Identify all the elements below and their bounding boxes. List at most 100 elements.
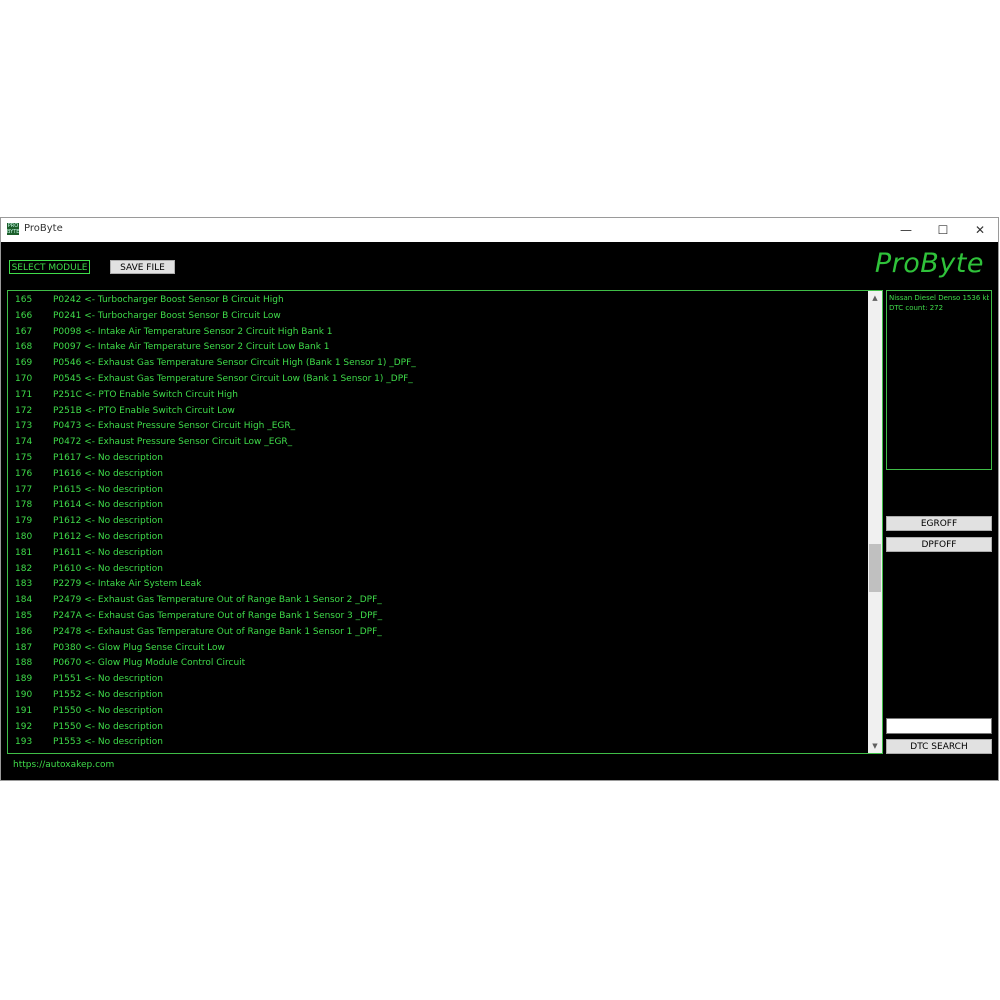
scroll-up-arrow-icon[interactable]: ▲ — [868, 291, 882, 305]
dtc-list-item[interactable]: 184 P2479 <- Exhaust Gas Temperature Out … — [8, 593, 868, 609]
dtc-list-item[interactable]: 169 P0546 <- Exhaust Gas Temperature Sens… — [8, 356, 868, 372]
app-logo-icon: PRO BYTE — [7, 223, 19, 235]
dtc-description: P1552 <- No description — [53, 689, 163, 700]
dtc-description: P1612 <- No description — [53, 531, 163, 542]
dtc-description: P1550 <- No description — [53, 721, 163, 732]
dtc-description: P1612 <- No description — [53, 516, 163, 527]
dtc-list-rows: 165 P0242 <- Turbocharger Boost Sensor B … — [8, 293, 868, 751]
dtc-search-button[interactable]: DTC SEARCH — [886, 739, 992, 754]
dtc-description: P2479 <- Exhaust Gas Temperature Out of … — [53, 595, 382, 606]
dtc-list-item[interactable]: 168 P0097 <- Intake Air Temperature Senso… — [8, 340, 868, 356]
dtc-index: 193 — [15, 737, 33, 748]
dtc-index: 186 — [15, 626, 33, 637]
dtc-list-item[interactable]: 166 P0241 <- Turbocharger Boost Sensor B … — [8, 309, 868, 325]
dtc-description: P0241 <- Turbocharger Boost Sensor B Cir… — [53, 310, 281, 321]
dtc-list-item[interactable]: 182 P1610 <- No description — [8, 562, 868, 578]
dtc-list-item[interactable]: 193 P1553 <- No description — [8, 735, 868, 751]
dtc-list-item[interactable]: 167 P0098 <- Intake Air Temperature Senso… — [8, 325, 868, 341]
dtc-list-item[interactable]: 181 P1611 <- No description — [8, 546, 868, 562]
dtc-index: 166 — [15, 310, 33, 321]
dtc-list-item[interactable]: 191 P1550 <- No description — [8, 704, 868, 720]
dtc-description: P0097 <- Intake Air Temperature Sensor 2… — [53, 342, 330, 353]
dtc-index: 171 — [15, 389, 33, 400]
dtc-index: 188 — [15, 658, 33, 669]
dtc-search-input[interactable] — [886, 718, 992, 734]
dtc-index: 191 — [15, 705, 33, 716]
dtc-index: 181 — [15, 547, 33, 558]
dtc-list-item[interactable]: 171 P251C <- PTO Enable Switch Circuit Hi… — [8, 388, 868, 404]
dtc-list-item[interactable]: 180 P1612 <- No description — [8, 530, 868, 546]
dtc-list-item[interactable]: 178 P1614 <- No description — [8, 498, 868, 514]
dtc-description: P0546 <- Exhaust Gas Temperature Sensor … — [53, 358, 416, 369]
dtc-list-item[interactable]: 172 P251B <- PTO Enable Switch Circuit Lo… — [8, 404, 868, 420]
dtc-index: 190 — [15, 689, 33, 700]
dtc-index: 179 — [15, 516, 33, 527]
dtc-description: P1551 <- No description — [53, 674, 163, 685]
dtc-index: 167 — [15, 326, 33, 337]
dtc-description: P251C <- PTO Enable Switch Circuit High — [53, 389, 238, 400]
dtc-description: P1610 <- No description — [53, 563, 163, 574]
scroll-thumb[interactable] — [869, 544, 881, 593]
dtc-description: P0670 <- Glow Plug Module Control Circui… — [53, 658, 246, 669]
dtc-list-item[interactable]: 189 P1551 <- No description — [8, 672, 868, 688]
dtc-list-item[interactable]: 170 P0545 <- Exhaust Gas Temperature Sens… — [8, 372, 868, 388]
dtc-index: 189 — [15, 674, 33, 685]
dtc-description: P0472 <- Exhaust Pressure Sensor Circuit… — [53, 437, 293, 448]
dtc-list-item[interactable]: 179 P1612 <- No description — [8, 514, 868, 530]
dtc-list-item[interactable]: 165 P0242 <- Turbocharger Boost Sensor B … — [8, 293, 868, 309]
maximize-button[interactable]: ☐ — [925, 220, 961, 240]
dtc-index: 170 — [15, 373, 33, 384]
dtc-index: 168 — [15, 342, 33, 353]
dtc-description: P0545 <- Exhaust Gas Temperature Sensor … — [53, 373, 413, 384]
dtc-description: P1615 <- No description — [53, 484, 163, 495]
save-file-button[interactable]: SAVE FILE — [110, 260, 175, 274]
module-info-panel: Nissan Diesel Denso 1536 kb DTC count: 2… — [886, 290, 992, 470]
dtc-list-item[interactable]: 173 P0473 <- Exhaust Pressure Sensor Circ… — [8, 419, 868, 435]
window-title: ProByte — [24, 223, 63, 234]
egroff-button[interactable]: EGROFF — [886, 516, 992, 531]
dtc-description: P1617 <- No description — [53, 452, 163, 463]
scroll-down-arrow-icon[interactable]: ▼ — [868, 739, 882, 753]
dtc-list-item[interactable]: 174 P0472 <- Exhaust Pressure Sensor Circ… — [8, 435, 868, 451]
dtc-description: P1611 <- No description — [53, 547, 163, 558]
dtc-list-item[interactable]: 175 P1617 <- No description — [8, 451, 868, 467]
dtc-index: 192 — [15, 721, 33, 732]
dtc-index: 184 — [15, 595, 33, 606]
dtc-list-item[interactable]: 177 P1615 <- No description — [8, 483, 868, 499]
dtc-description: P251B <- PTO Enable Switch Circuit Low — [53, 405, 235, 416]
title-bar[interactable]: PRO BYTE ProByte — ☐ ✕ — [1, 218, 998, 242]
dtc-description: P2478 <- Exhaust Gas Temperature Out of … — [53, 626, 382, 637]
dtc-description: P1553 <- No description — [53, 737, 163, 748]
select-module-button[interactable]: SELECT MODULE — [9, 260, 90, 274]
dtc-list[interactable]: 165 P0242 <- Turbocharger Boost Sensor B … — [7, 290, 883, 754]
dtc-list-item[interactable]: 188 P0670 <- Glow Plug Module Control Cir… — [8, 656, 868, 672]
dtc-index: 165 — [15, 295, 33, 305]
brand-logo: ProByte — [874, 248, 984, 279]
dtc-index: 180 — [15, 531, 33, 542]
close-button[interactable]: ✕ — [962, 220, 998, 240]
dtc-index: 169 — [15, 358, 33, 369]
dtc-list-item[interactable]: 187 P0380 <- Glow Plug Sense Circuit Low — [8, 641, 868, 657]
dtc-index: 177 — [15, 484, 33, 495]
dtc-index: 183 — [15, 579, 33, 590]
dtc-index: 187 — [15, 642, 33, 653]
dtc-index: 172 — [15, 405, 33, 416]
dtc-index: 185 — [15, 610, 33, 621]
minimize-button[interactable]: — — [888, 220, 924, 240]
dtc-description: P0380 <- Glow Plug Sense Circuit Low — [53, 642, 225, 653]
website-link[interactable]: https://autoxakep.com — [13, 760, 114, 770]
dpfoff-button[interactable]: DPFOFF — [886, 537, 992, 552]
dtc-list-item[interactable]: 183 P2279 <- Intake Air System Leak — [8, 577, 868, 593]
dtc-description: P1614 <- No description — [53, 500, 163, 511]
dtc-list-item[interactable]: 186 P2478 <- Exhaust Gas Temperature Out … — [8, 625, 868, 641]
dtc-count: DTC count: 272 — [889, 304, 944, 312]
dtc-list-item[interactable]: 185 P247A <- Exhaust Gas Temperature Out … — [8, 609, 868, 625]
dtc-index: 178 — [15, 500, 33, 511]
list-scrollbar[interactable]: ▲ ▼ — [868, 291, 882, 753]
module-name: Nissan Diesel Denso 1536 kb — [889, 294, 989, 302]
dtc-list-item[interactable]: 190 P1552 <- No description — [8, 688, 868, 704]
dtc-list-item[interactable]: 176 P1616 <- No description — [8, 467, 868, 483]
dtc-list-item[interactable]: 192 P1550 <- No description — [8, 720, 868, 736]
dtc-index: 174 — [15, 437, 33, 448]
dtc-description: P2279 <- Intake Air System Leak — [53, 579, 202, 590]
